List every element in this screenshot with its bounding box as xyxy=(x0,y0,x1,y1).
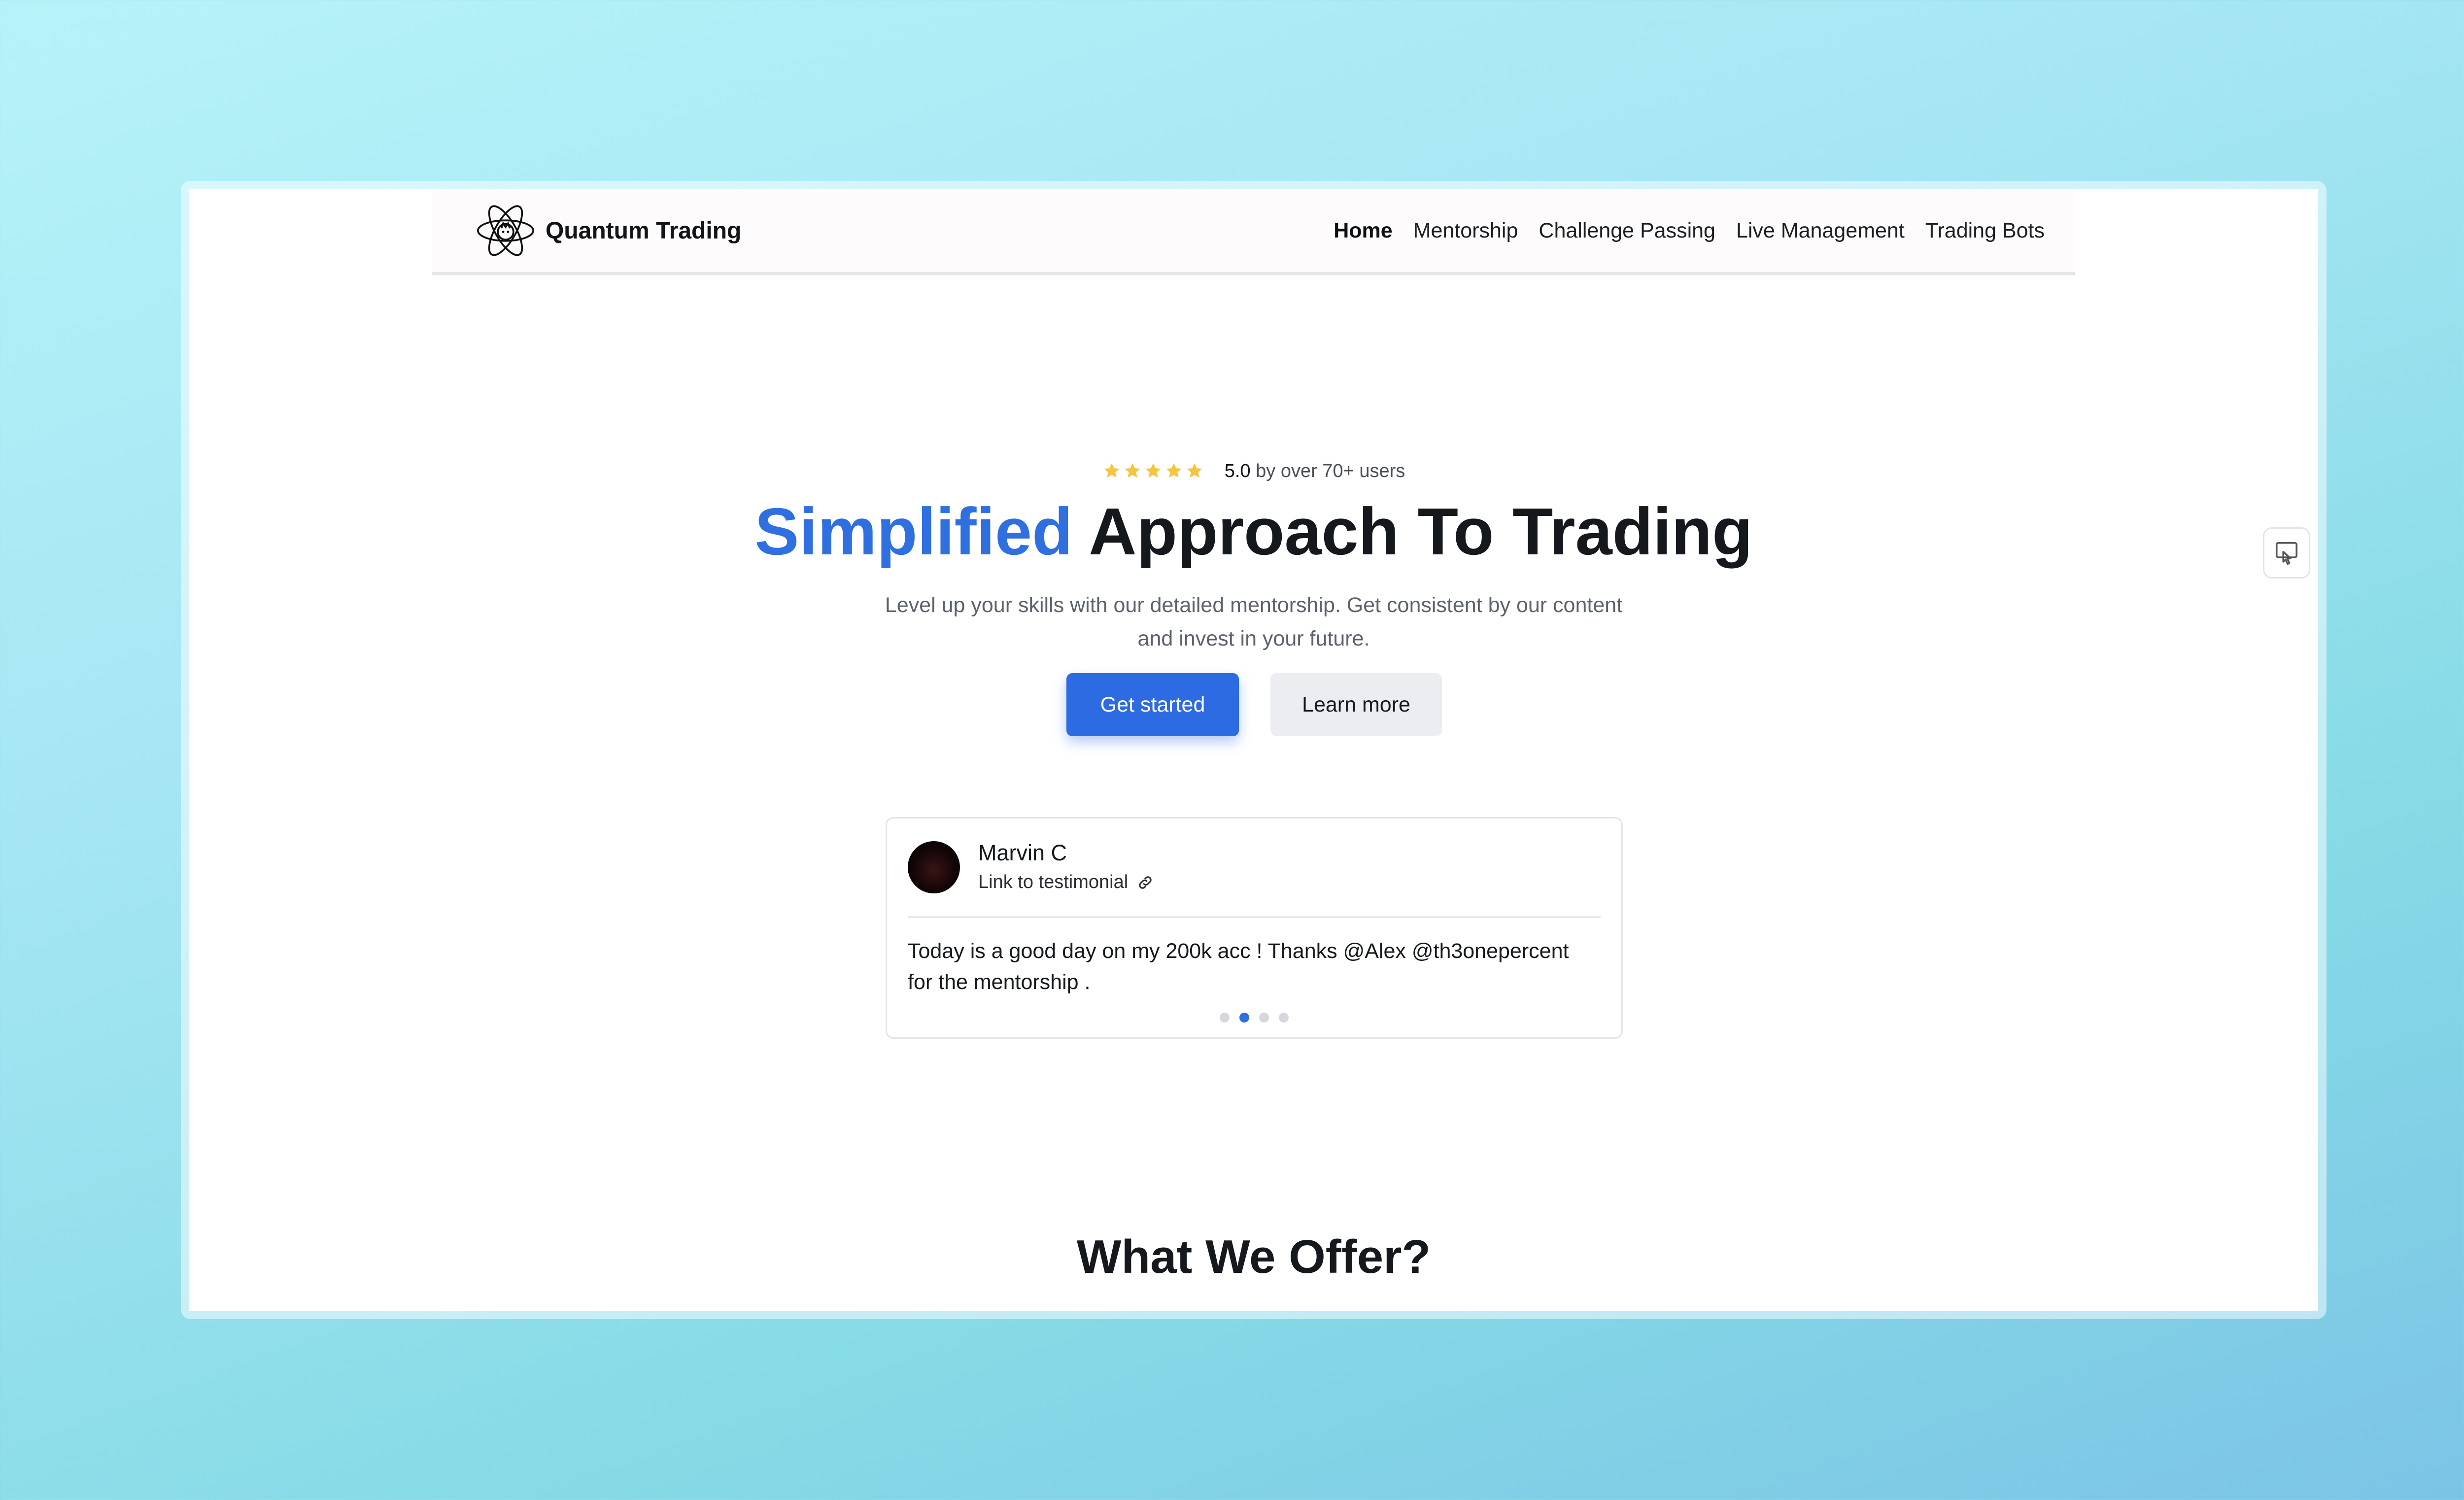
star-icon xyxy=(1166,463,1182,478)
atom-logo-icon xyxy=(477,205,534,256)
nav-link-mentorship[interactable]: Mentorship xyxy=(1413,219,1518,243)
nav-link-home[interactable]: Home xyxy=(1334,219,1392,243)
top-navbar: Quantum Trading Home Mentorship Challeng… xyxy=(432,189,2075,275)
carousel-dot[interactable] xyxy=(1279,1013,1289,1023)
get-started-button[interactable]: Get started xyxy=(1066,673,1239,736)
card-divider xyxy=(908,916,1601,918)
avatar xyxy=(908,841,960,893)
nav-link-challenge-passing[interactable]: Challenge Passing xyxy=(1539,219,1715,243)
page-window: Quantum Trading Home Mentorship Challeng… xyxy=(189,189,2318,1311)
carousel-dot[interactable] xyxy=(1259,1013,1269,1023)
link-icon xyxy=(1139,876,1152,889)
rating-score: 5.0 xyxy=(1224,460,1251,481)
rating-text: 5.0 by over 70+ users xyxy=(1225,461,1405,482)
rating-row: 5.0 by over 70+ users xyxy=(189,456,2318,486)
learn-more-button[interactable]: Learn more xyxy=(1270,673,1442,736)
brand-name: Quantum Trading xyxy=(546,217,742,244)
nav-link-live-management[interactable]: Live Management xyxy=(1736,219,1905,243)
headline-accent: Simplified xyxy=(754,494,1073,569)
testimonial-link-label: Link to testimonial xyxy=(978,872,1129,892)
section-title-what-we-offer: What We Offer? xyxy=(1076,1230,1431,1283)
star-icon xyxy=(1145,463,1161,478)
carousel-dot[interactable] xyxy=(1220,1013,1230,1023)
star-icon xyxy=(1187,463,1202,478)
nav-links: Home Mentorship Challenge Passing Live M… xyxy=(1334,189,2045,272)
testimonial-author: Marvin C xyxy=(978,840,1067,865)
hero-headline: Simplified Approach To Trading xyxy=(189,490,2318,574)
carousel-dot-active[interactable] xyxy=(1239,1013,1249,1023)
brand[interactable]: Quantum Trading xyxy=(476,199,741,262)
testimonial-quote: Today is a good day on my 200k acc ! Tha… xyxy=(908,939,1569,994)
rating-stars xyxy=(1102,462,1204,480)
star-icon xyxy=(1125,463,1140,478)
rating-caption: by over 70+ users xyxy=(1250,460,1405,481)
nav-link-trading-bots[interactable]: Trading Bots xyxy=(1925,219,2045,243)
star-icon xyxy=(1104,463,1120,478)
testimonial-card: Marvin C Link to testimonial Today is a … xyxy=(886,817,1623,1039)
hero-subtitle: Level up your skills with our detailed m… xyxy=(885,593,1623,650)
carousel-dots xyxy=(887,1013,1621,1023)
testimonial-link[interactable]: Link to testimonial xyxy=(978,872,1154,893)
headline-rest: Approach To Trading xyxy=(1072,494,1753,569)
